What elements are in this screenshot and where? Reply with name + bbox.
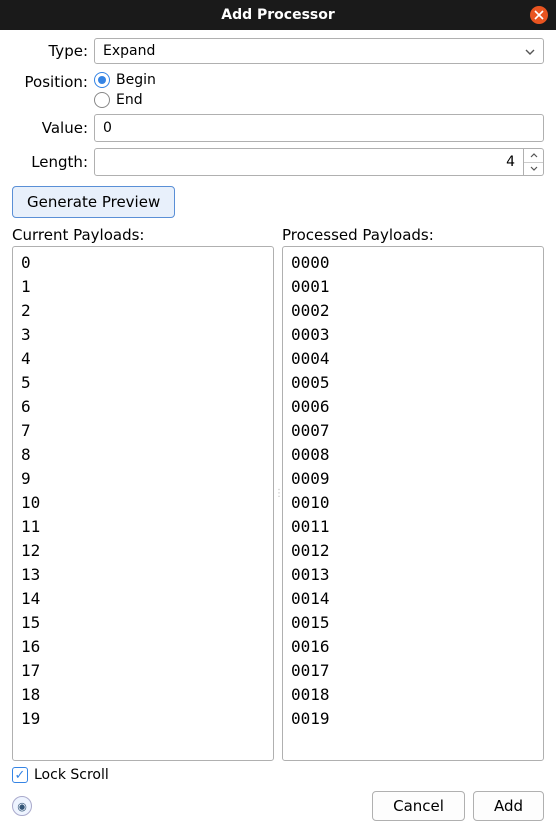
generate-preview-button[interactable]: Generate Preview [12, 186, 175, 218]
list-item[interactable]: 0010 [291, 491, 535, 515]
chevron-up-icon [530, 153, 538, 158]
processed-payloads-header: Processed Payloads: [282, 226, 544, 244]
list-item[interactable]: 9 [21, 467, 265, 491]
list-item[interactable]: 2 [21, 299, 265, 323]
list-item[interactable]: 0015 [291, 611, 535, 635]
list-item[interactable]: 7 [21, 419, 265, 443]
list-item[interactable]: 19 [21, 707, 265, 731]
list-item[interactable]: 0009 [291, 467, 535, 491]
position-row: Position: Begin End [12, 70, 544, 108]
list-item[interactable]: 0002 [291, 299, 535, 323]
add-button[interactable]: Add [473, 791, 544, 821]
current-payloads-header: Current Payloads: [12, 226, 274, 244]
list-item[interactable]: 14 [21, 587, 265, 611]
list-item[interactable]: 18 [21, 683, 265, 707]
processed-payloads-column: Processed Payloads: 00000001000200030004… [282, 226, 544, 761]
list-item[interactable]: 11 [21, 515, 265, 539]
list-item[interactable]: 15 [21, 611, 265, 635]
list-item[interactable]: 0000 [291, 251, 535, 275]
list-item[interactable]: 0013 [291, 563, 535, 587]
type-label: Type: [12, 42, 94, 60]
footer: ◉ Cancel Add [12, 791, 544, 821]
help-button[interactable]: ◉ [12, 796, 32, 816]
radio-icon [94, 92, 110, 108]
help-icon: ◉ [17, 800, 27, 813]
list-item[interactable]: 13 [21, 563, 265, 587]
list-item[interactable]: 0017 [291, 659, 535, 683]
titlebar: Add Processor [0, 0, 556, 30]
list-item[interactable]: 0 [21, 251, 265, 275]
list-item[interactable]: 3 [21, 323, 265, 347]
list-item[interactable]: 0003 [291, 323, 535, 347]
dialog-content: Type: Expand Position: Begin End Value: … [0, 30, 556, 829]
list-item[interactable]: 0014 [291, 587, 535, 611]
radio-label-begin: Begin [116, 72, 156, 88]
spinner-down-button[interactable] [524, 163, 543, 176]
list-item[interactable]: 0004 [291, 347, 535, 371]
current-payloads-column: Current Payloads: 0123456789101112131415… [12, 226, 274, 761]
list-item[interactable]: 0006 [291, 395, 535, 419]
length-input[interactable] [94, 148, 524, 176]
radio-label-end: End [116, 92, 143, 108]
value-row: Value: [12, 114, 544, 142]
length-label: Length: [12, 153, 94, 171]
position-radio-group: Begin End [94, 70, 156, 108]
list-item[interactable]: 0012 [291, 539, 535, 563]
length-row: Length: [12, 148, 544, 176]
type-row: Type: Expand [12, 38, 544, 64]
radio-icon [94, 72, 110, 88]
lock-scroll-checkbox[interactable]: Lock Scroll [12, 767, 544, 783]
type-value: Expand [103, 43, 155, 59]
list-item[interactable]: 0016 [291, 635, 535, 659]
value-input[interactable] [94, 114, 544, 142]
checkbox-icon [12, 767, 28, 783]
list-item[interactable]: 0007 [291, 419, 535, 443]
type-combobox[interactable]: Expand [94, 38, 544, 64]
list-item[interactable]: 6 [21, 395, 265, 419]
current-payloads-list[interactable]: 012345678910111213141516171819 [12, 246, 274, 761]
close-icon [534, 10, 544, 20]
processed-payloads-list[interactable]: 0000000100020003000400050006000700080009… [282, 246, 544, 761]
window-title: Add Processor [221, 7, 335, 23]
lock-scroll-label: Lock Scroll [34, 767, 109, 783]
cancel-button[interactable]: Cancel [372, 791, 465, 821]
position-radio-end[interactable]: End [94, 92, 156, 108]
value-label: Value: [12, 119, 94, 137]
list-item[interactable]: 0008 [291, 443, 535, 467]
close-button[interactable] [530, 6, 548, 24]
list-item[interactable]: 0011 [291, 515, 535, 539]
list-item[interactable]: 0001 [291, 275, 535, 299]
length-spinner [94, 148, 544, 176]
spinner-up-button[interactable] [524, 149, 543, 163]
list-item[interactable]: 4 [21, 347, 265, 371]
chevron-down-icon [525, 43, 535, 59]
position-label: Position: [12, 70, 94, 91]
list-item[interactable]: 10 [21, 491, 265, 515]
list-item[interactable]: 5 [21, 371, 265, 395]
list-item[interactable]: 0019 [291, 707, 535, 731]
spinner-buttons [524, 148, 544, 176]
list-item[interactable]: 0005 [291, 371, 535, 395]
list-item[interactable]: 16 [21, 635, 265, 659]
payload-columns: Current Payloads: 0123456789101112131415… [12, 226, 544, 761]
list-item[interactable]: 0018 [291, 683, 535, 707]
chevron-down-icon [530, 166, 538, 171]
list-item[interactable]: 8 [21, 443, 265, 467]
list-item[interactable]: 1 [21, 275, 265, 299]
list-item[interactable]: 17 [21, 659, 265, 683]
position-radio-begin[interactable]: Begin [94, 72, 156, 88]
list-item[interactable]: 12 [21, 539, 265, 563]
